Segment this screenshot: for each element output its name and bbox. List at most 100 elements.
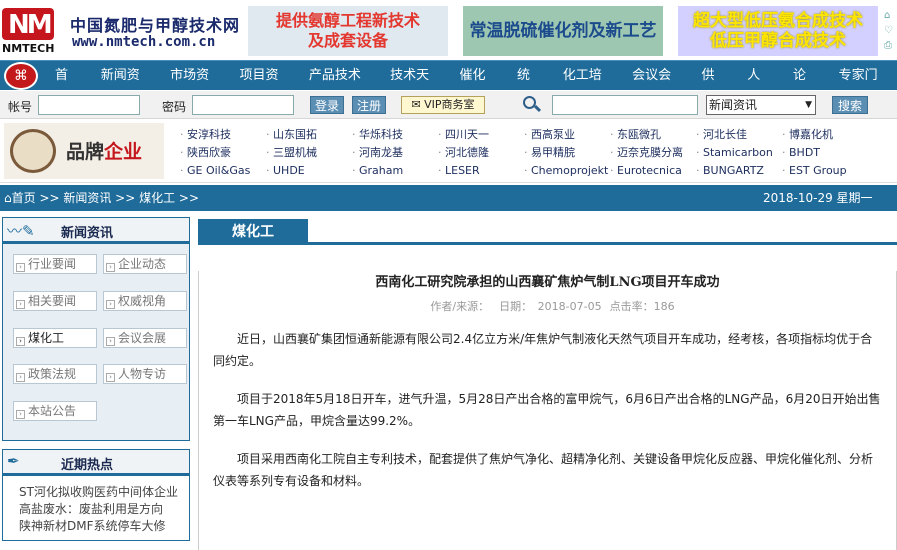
brand-link[interactable]: Stamicarbon	[696, 145, 782, 160]
ad-banner-2[interactable]: 常温脱硫催化剂及新工艺	[463, 6, 663, 56]
category-authority-view[interactable]: › 权威视角	[103, 290, 187, 311]
brand-link[interactable]: 河北长佳	[696, 127, 782, 142]
nav-logo-icon[interactable]: ⌘	[4, 62, 38, 90]
brand-section-logo: 品牌企业	[4, 123, 164, 179]
search-icon	[522, 95, 542, 115]
nav-item-home[interactable]: 首页	[44, 61, 90, 113]
search-input[interactable]	[552, 95, 698, 115]
brand-link[interactable]: 迈奈克膜分离	[610, 145, 696, 160]
site-url: www.nmtech.com.cn	[72, 34, 216, 50]
brand-link[interactable]: UHDE	[266, 163, 352, 178]
hot-topics-header: ✒ 近期热点	[3, 450, 189, 476]
home-icon: ⌂	[4, 191, 12, 205]
vip-button[interactable]: ✉ VIP商务室	[401, 96, 485, 114]
category-industry-news[interactable]: › 行业要闻	[13, 254, 97, 274]
brand-link[interactable]: Graham	[352, 163, 438, 178]
brand-link[interactable]: 易甲精脘	[524, 145, 610, 160]
account-input[interactable]	[38, 95, 140, 115]
nav-item-conferences[interactable]: 会议会展	[621, 61, 690, 113]
search-category-value: 新闻资讯	[709, 98, 758, 112]
brand-link[interactable]: BHDT	[782, 145, 868, 160]
article-paragraph: 项目采用西南化工院自主专利技术，配套提供了焦炉气净化、超精净化剂、关键设备甲烷化…	[213, 452, 874, 488]
register-button[interactable]: 注册	[352, 96, 386, 114]
brand-emblem-icon	[10, 129, 56, 173]
brand-link[interactable]: EST Group	[782, 163, 868, 178]
brand-link[interactable]: 博嘉化机	[782, 127, 868, 142]
category-conferences[interactable]: › 会议会展	[103, 327, 187, 348]
brand-link[interactable]: 华烁科技	[352, 127, 438, 142]
sidebar: 〰✎ 新闻资讯 › 行业要闻 › 企业动态 › 相关要闻 › 权威视角 › 煤化工 › 会议…	[2, 217, 190, 549]
logo-mark: NM	[2, 8, 54, 40]
nav-item-training[interactable]: 化工培训	[552, 61, 621, 113]
decorative-swirl-icon: 〰✎	[7, 222, 35, 240]
author-label: 作者/来源：	[430, 300, 490, 313]
hot-topic-link[interactable]: ST河化拟收购医药中间体企业	[19, 484, 183, 501]
ad-banner-3[interactable]: 超大型低压氨合成技术 低压甲醇合成技术	[678, 6, 878, 56]
brand-link[interactable]: 安淳科技	[180, 127, 266, 142]
nav-item-talent[interactable]: 人才	[736, 61, 782, 113]
print-icon[interactable]: ⎙	[884, 38, 897, 53]
brand-link[interactable]: BUNGARTZ	[696, 163, 782, 178]
category-interviews[interactable]: › 人物专访	[103, 364, 187, 385]
logo-text: NMTECH	[2, 42, 55, 55]
brand-link[interactable]: 西高泵业	[524, 127, 610, 142]
news-categories-box: 〰✎ 新闻资讯 › 行业要闻 › 企业动态 › 相关要闻 › 权威视角 › 煤化工 › 会议…	[2, 217, 190, 441]
bullet-icon: ›	[16, 263, 25, 272]
clicks-label: 点击率：	[609, 300, 654, 313]
bullet-icon: ›	[16, 299, 25, 309]
category-coal-chemical[interactable]: › 煤化工	[13, 327, 97, 348]
brand-section-title: 品牌企业	[66, 141, 143, 163]
logo-mark-text: NM	[8, 10, 53, 40]
article-paragraph: 近日，山西襄矿集团恒通新能源有限公司2.4亿立方米/年焦炉气制液化天然气项目开车…	[213, 332, 873, 368]
category-related-news[interactable]: › 相关要闻	[13, 290, 97, 311]
nav-item-stats[interactable]: 统计	[506, 61, 552, 113]
hot-topic-link[interactable]: 陕神新材DMF系统停车大修	[19, 518, 183, 535]
breadcrumb-path: 首页 >> 新闻资讯 >> 煤化工 >>	[11, 191, 200, 205]
brand-link[interactable]: GE Oil&Gas	[180, 163, 266, 178]
banner1-line2: 及成套设备	[307, 31, 388, 50]
ad-banner-1[interactable]: 提供氨醇工程新技术 及成套设备	[248, 6, 448, 56]
password-input[interactable]	[192, 95, 294, 115]
category-company-news[interactable]: › 企业动态	[103, 254, 187, 274]
brand-link[interactable]: 四川天一	[438, 127, 524, 142]
nav-item-tech[interactable]: 技术天地	[379, 61, 448, 113]
brand-link[interactable]: Chemoprojekt	[524, 163, 610, 178]
nav-item-product-library[interactable]: 产品技术库	[298, 61, 379, 113]
nav-item-news[interactable]: 新闻资讯	[90, 61, 159, 113]
news-categories-title: 新闻资讯	[61, 226, 114, 241]
vip-icon: ✉	[411, 98, 425, 111]
hot-topics-title: 近期热点	[61, 458, 114, 473]
hot-topic-link[interactable]: 高盐废水：废盐利用是方向	[19, 501, 183, 518]
bookmark-icon[interactable]: ♡	[884, 23, 897, 38]
nav-item-projects[interactable]: 项目资讯	[228, 61, 297, 113]
pen-icon: ✒	[7, 452, 20, 470]
brand-link[interactable]: Eurotecnica	[610, 163, 696, 178]
nav-item-forum[interactable]: 论坛	[782, 61, 828, 113]
brand-link[interactable]: LESER	[438, 163, 524, 178]
home-icon[interactable]: ⌂	[884, 8, 897, 23]
search-category-select[interactable]: 新闻资讯 ▼	[706, 95, 816, 115]
breadcrumb[interactable]: ⌂首页 >> 新闻资讯 >> 煤化工 >>	[4, 185, 199, 211]
login-bar: 帐号 密码 登录 注册 ✉ VIP商务室 新闻资讯 ▼ 搜索	[0, 91, 897, 119]
bullet-icon: ›	[106, 373, 115, 383]
category-announcements[interactable]: › 本站公告	[13, 401, 97, 422]
nav-item-experts[interactable]: 专家门诊	[828, 61, 897, 113]
brand-link[interactable]: 河北德隆	[438, 145, 524, 160]
nav-item-catalyst[interactable]: 催化剂	[449, 61, 507, 113]
nav-item-supply[interactable]: 供求	[691, 61, 737, 113]
site-logo[interactable]: NM NMTECH	[2, 8, 58, 56]
search-button[interactable]: 搜索	[832, 96, 868, 114]
brand-link[interactable]: 陕西欣豪	[180, 145, 266, 160]
brand-link[interactable]: 河南龙基	[352, 145, 438, 160]
nav-item-market[interactable]: 市场资讯	[159, 61, 228, 113]
news-categories-header: 〰✎ 新闻资讯	[3, 218, 189, 244]
brand-link[interactable]: 山东国拓	[266, 127, 352, 142]
category-policy[interactable]: › 政策法规	[13, 364, 97, 385]
bullet-icon: ›	[16, 373, 25, 383]
brand-link[interactable]: 东瓯微孔	[610, 127, 696, 142]
brand-enterprises: 品牌企业 安淳科技 山东国拓 华烁科技 四川天一 西高泵业 东瓯微孔 河北长佳 …	[0, 121, 897, 183]
vip-button-label: VIP商务室	[424, 98, 475, 111]
bullet-icon: ›	[106, 336, 115, 346]
brand-link[interactable]: 三盟机械	[266, 145, 352, 160]
login-button[interactable]: 登录	[310, 96, 344, 114]
